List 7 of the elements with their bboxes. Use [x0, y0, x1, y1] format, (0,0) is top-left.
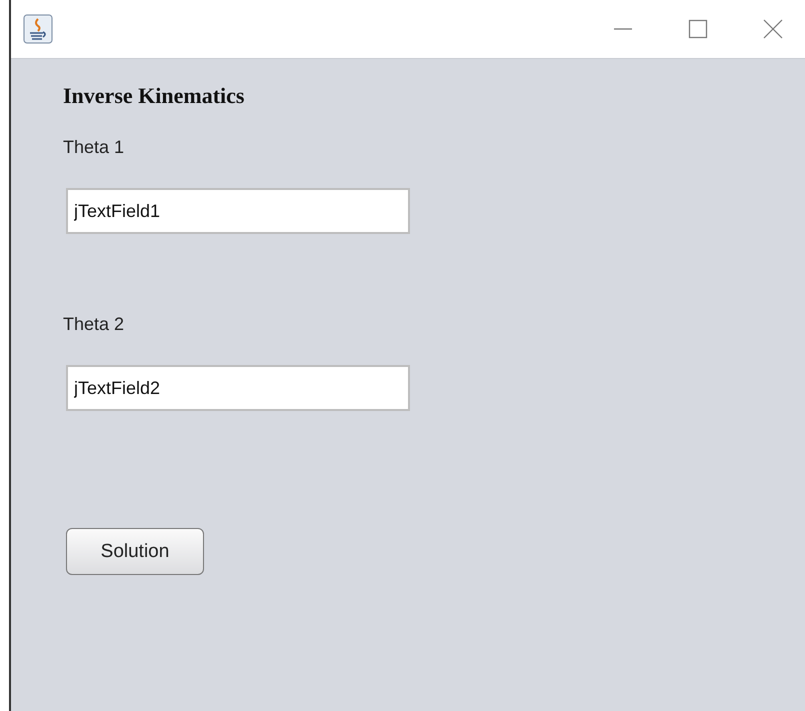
coffee-cup-icon — [23, 14, 53, 44]
form-title: Inverse Kinematics — [63, 83, 244, 109]
field-label: Theta 1 — [63, 137, 124, 158]
solution-button[interactable]: Solution — [66, 528, 204, 575]
close-icon[interactable] — [763, 19, 783, 39]
maximize-icon[interactable] — [688, 19, 708, 39]
field-label: Theta 2 — [63, 314, 124, 335]
